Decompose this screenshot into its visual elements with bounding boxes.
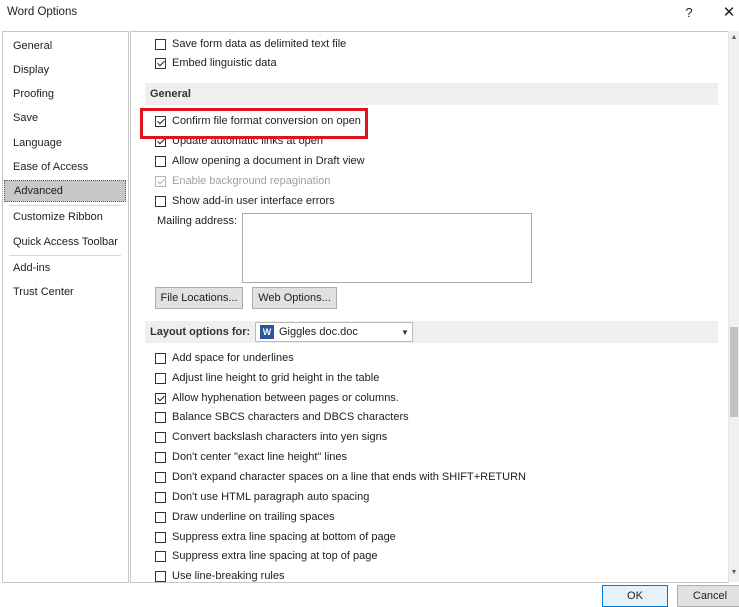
file-locations-button[interactable]: File Locations... [155, 287, 243, 309]
options-category-list: General Display Proofing Save Language E… [2, 31, 129, 583]
help-icon[interactable]: ? [680, 3, 698, 23]
checkbox[interactable] [155, 451, 166, 463]
layout-document-value: Giggles doc.doc [279, 326, 358, 338]
scroll-up-arrow-icon[interactable]: ▲ [729, 33, 739, 43]
option-dont-use-html-spacing[interactable]: Don't use HTML paragraph auto spacing [155, 488, 369, 506]
option-suppress-spacing-top[interactable]: Suppress extra line spacing at top of pa… [155, 547, 377, 565]
nav-item-display[interactable]: Display [4, 59, 126, 81]
nav-item-save[interactable]: Save [4, 107, 126, 129]
checkbox[interactable] [155, 491, 166, 503]
checkbox[interactable] [155, 372, 166, 384]
checkbox[interactable] [155, 38, 166, 50]
option-use-line-breaking-rules[interactable]: Use line-breaking rules [155, 567, 285, 582]
option-dont-expand-character-spaces[interactable]: Don't expand character spaces on a line … [155, 468, 526, 486]
section-header-general: General [145, 83, 718, 105]
vertical-scrollbar[interactable]: ▲ ▼ [728, 31, 739, 582]
web-options-button[interactable]: Web Options... [252, 287, 337, 309]
option-suppress-spacing-bottom[interactable]: Suppress extra line spacing at bottom of… [155, 528, 396, 546]
option-allow-hyphenation[interactable]: Allow hyphenation between pages or colum… [155, 389, 399, 407]
nav-item-customize-ribbon[interactable]: Customize Ribbon [4, 206, 126, 228]
checkbox[interactable] [155, 471, 166, 483]
nav-item-ease-of-access[interactable]: Ease of Access [4, 156, 126, 178]
checkbox[interactable] [155, 352, 166, 364]
advanced-options-pane: Save form data as delimited text file Em… [130, 31, 729, 583]
word-document-icon: W [260, 325, 274, 339]
nav-separator [9, 255, 121, 256]
mailing-address-label: Mailing address: [157, 215, 238, 227]
checkbox[interactable] [155, 550, 166, 562]
option-update-automatic-links[interactable]: Update automatic links at open [155, 132, 323, 150]
close-icon[interactable]: ✕ [719, 3, 739, 23]
option-draw-underline-trailing[interactable]: Draw underline on trailing spaces [155, 508, 335, 526]
option-show-add-in-errors[interactable]: Show add-in user interface errors [155, 192, 335, 210]
option-add-space-underlines[interactable]: Add space for underlines [155, 349, 294, 367]
option-embed-linguistic-data[interactable]: Embed linguistic data [155, 54, 277, 72]
option-allow-draft-view[interactable]: Allow opening a document in Draft view [155, 152, 365, 170]
option-background-repagination: Enable background repagination [155, 172, 330, 190]
option-balance-sbcs-dbcs[interactable]: Balance SBCS characters and DBCS charact… [155, 408, 409, 426]
nav-item-proofing[interactable]: Proofing [4, 83, 126, 105]
nav-item-add-ins[interactable]: Add-ins [4, 257, 126, 279]
chevron-down-icon: ▼ [401, 327, 409, 337]
checkbox[interactable] [155, 570, 166, 582]
checkbox[interactable] [155, 195, 166, 207]
scroll-down-arrow-icon[interactable]: ▼ [729, 568, 739, 578]
window-title: Word Options [7, 6, 78, 18]
nav-item-language[interactable]: Language [4, 132, 126, 154]
checkbox[interactable] [155, 392, 166, 404]
checkbox[interactable] [155, 531, 166, 543]
title-bar: Word Options ? ✕ [0, 0, 739, 28]
mailing-address-input[interactable] [242, 213, 532, 283]
nav-item-general[interactable]: General [4, 35, 126, 57]
scroll-thumb[interactable] [730, 327, 738, 417]
option-convert-backslash-yen[interactable]: Convert backslash characters into yen si… [155, 428, 387, 446]
checkbox[interactable] [155, 135, 166, 147]
nav-item-trust-center[interactable]: Trust Center [4, 281, 126, 303]
checkbox[interactable] [155, 411, 166, 423]
nav-item-advanced[interactable]: Advanced [4, 180, 126, 202]
option-save-form-data[interactable]: Save form data as delimited text file [155, 35, 346, 53]
nav-item-quick-access-toolbar[interactable]: Quick Access Toolbar [4, 231, 126, 253]
option-dont-center-exact-line-height[interactable]: Don't center "exact line height" lines [155, 448, 347, 466]
option-confirm-file-format-conversion[interactable]: Confirm file format conversion on open [155, 112, 361, 130]
layout-document-dropdown[interactable]: W Giggles doc.doc ▼ [255, 322, 413, 342]
section-header-layout-options: Layout options for: [145, 321, 718, 343]
checkbox[interactable] [155, 115, 166, 127]
checkbox[interactable] [155, 155, 166, 167]
checkbox[interactable] [155, 431, 166, 443]
checkbox [155, 175, 166, 187]
option-adjust-line-height[interactable]: Adjust line height to grid height in the… [155, 369, 379, 387]
layout-options-label: Layout options for: [150, 326, 251, 338]
checkbox[interactable] [155, 57, 166, 69]
checkbox[interactable] [155, 511, 166, 523]
